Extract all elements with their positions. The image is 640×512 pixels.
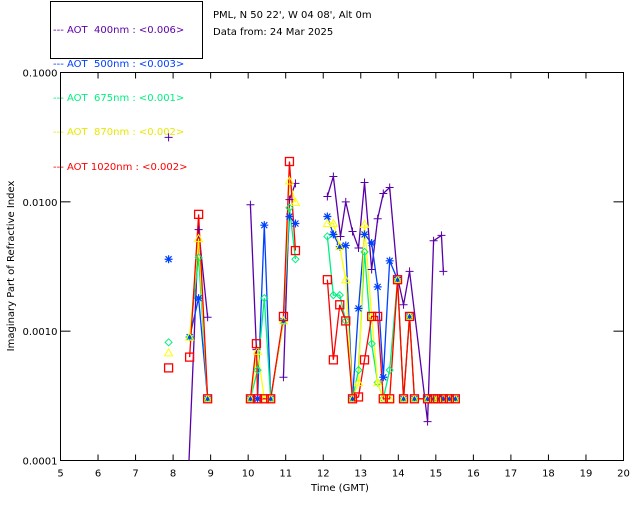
data-point-asterisk — [385, 256, 394, 265]
x-tick-label: 7 — [132, 469, 138, 480]
y-tick-label: 0.0001 — [23, 457, 58, 468]
x-tick-label: 13 — [354, 469, 367, 480]
x-tick-label: 19 — [580, 469, 593, 480]
x-tick-label: 17 — [505, 469, 518, 480]
data-point-plus — [437, 231, 446, 240]
data-point-asterisk — [291, 219, 300, 228]
data-point-asterisk — [373, 282, 382, 291]
data-point-asterisk — [194, 294, 203, 303]
y-tick-label: 0.0100 — [23, 198, 58, 209]
x-tick-label: 15 — [429, 469, 442, 480]
x-tick-label: 18 — [542, 469, 555, 480]
x-tick-label: 10 — [242, 469, 255, 480]
data-point-plus — [323, 192, 332, 201]
y-tick-label: 0.0010 — [23, 327, 58, 338]
data-point-asterisk — [285, 212, 294, 221]
data-point-plus — [329, 172, 338, 181]
x-tick-label: 5 — [57, 469, 63, 480]
data-point-plus — [423, 417, 432, 426]
plot-frame — [60, 72, 624, 461]
data-point-plus — [246, 200, 255, 209]
x-tick-label: 9 — [207, 469, 213, 480]
x-tick-label: 11 — [279, 469, 292, 480]
series-line-0 — [326, 176, 444, 422]
data-point-asterisk — [164, 255, 173, 264]
series-line-4 — [249, 161, 297, 400]
data-point-plus — [399, 300, 408, 309]
y-tick-label: 0.1000 — [23, 69, 58, 80]
x-tick-label: 8 — [170, 469, 176, 480]
data-point-asterisk — [379, 373, 388, 382]
data-point-diamond — [164, 338, 173, 347]
data-point-asterisk — [360, 230, 369, 239]
data-point-plus — [439, 267, 448, 276]
chart: 5 6 7 8 9 10 11 12 13 14 15 16 17 18 19 20 0.1000 0.0100 0… — [6, 69, 630, 495]
data-point-plus — [405, 267, 414, 276]
y-axis-label: Imaginary Part of Refractive Index — [6, 181, 17, 352]
data-point-plus — [194, 225, 203, 234]
data-point-plus — [341, 197, 350, 206]
x-tick-label: 12 — [317, 469, 330, 480]
data-point-plus — [203, 313, 212, 322]
data-point-plus — [164, 133, 173, 142]
series-line-0 — [249, 204, 258, 350]
data-point-triangle — [163, 347, 174, 357]
data-point-plus — [373, 214, 382, 223]
x-tick-label: 16 — [467, 469, 480, 480]
data-point-asterisk — [260, 221, 269, 230]
data-point-asterisk — [354, 304, 363, 313]
data-point-square — [163, 363, 174, 373]
x-tick-label: 14 — [392, 469, 405, 480]
data-point-asterisk — [367, 239, 376, 248]
data-point-plus — [360, 178, 369, 187]
data-point-plus — [279, 373, 288, 382]
x-axis-label: Time (GMT) — [310, 483, 369, 494]
x-tick-label: 20 — [617, 469, 630, 480]
data-point-plus — [429, 236, 438, 245]
data-point-plus — [348, 227, 357, 236]
data-point-plus — [354, 243, 363, 252]
x-tick-label: 6 — [95, 469, 101, 480]
